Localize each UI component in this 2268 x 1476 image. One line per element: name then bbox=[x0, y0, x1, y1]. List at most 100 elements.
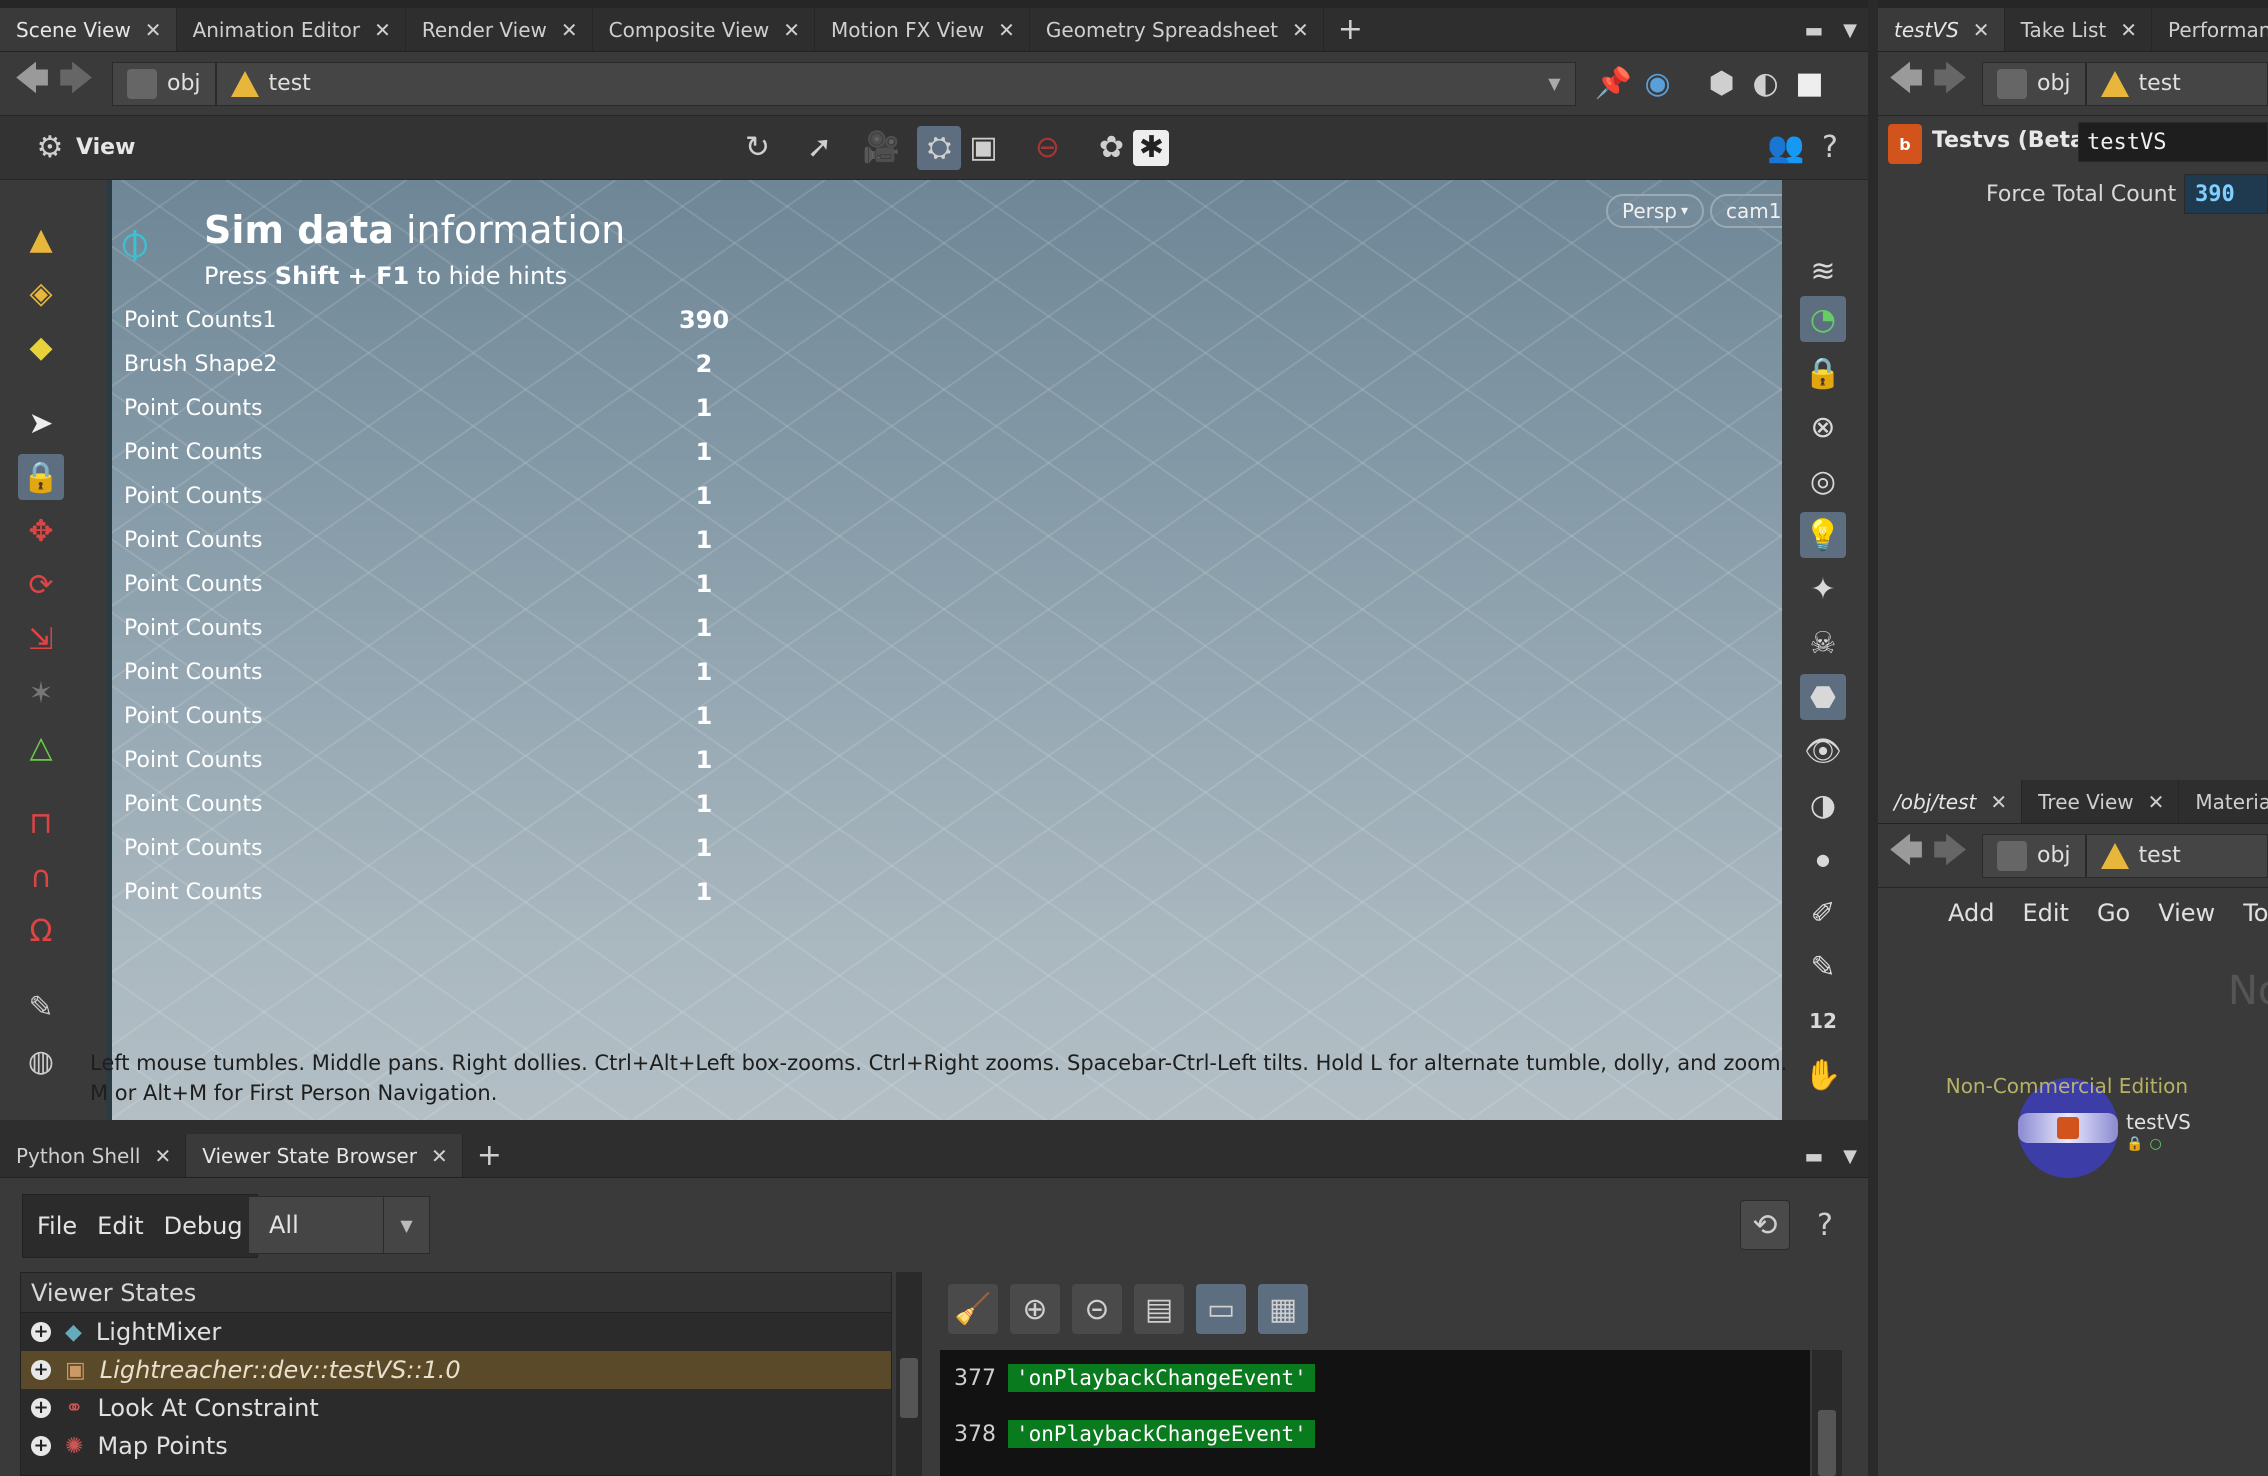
scene-viewport[interactable]: ⌽ Sim data information Press Shift + F1 … bbox=[106, 180, 1782, 1120]
menu-debug[interactable]: Debug bbox=[156, 1212, 251, 1240]
menu-edit[interactable]: Edit bbox=[2022, 899, 2068, 927]
filter-dropdown[interactable]: All ▼ bbox=[248, 1196, 430, 1254]
inspect-icon[interactable]: ▤ bbox=[1134, 1284, 1184, 1334]
transform-icon[interactable]: ✥ bbox=[18, 508, 64, 554]
shading-icon[interactable]: ◐ bbox=[1744, 62, 1788, 106]
refresh-icon[interactable]: ⟲ bbox=[1740, 1200, 1790, 1250]
pose-icon[interactable]: ✶ bbox=[18, 670, 64, 716]
tab-scene-view[interactable]: Scene View ✕ bbox=[0, 8, 177, 51]
list-scrollbar[interactable] bbox=[896, 1272, 922, 1476]
pin-icon[interactable]: 📌 bbox=[1592, 62, 1636, 106]
chevron-down-icon[interactable]: ▼ bbox=[1548, 74, 1560, 93]
number-icon[interactable]: 12 bbox=[1800, 998, 1846, 1044]
add-circle-icon[interactable]: ⊕ bbox=[1010, 1284, 1060, 1334]
add-tab-button[interactable]: + bbox=[463, 1134, 516, 1177]
console-scrollbar[interactable] bbox=[1812, 1350, 1842, 1476]
close-icon[interactable]: ✕ bbox=[1292, 18, 1309, 42]
close-icon[interactable]: ✕ bbox=[431, 1144, 448, 1168]
brush-icon[interactable]: ✐ bbox=[1800, 890, 1846, 936]
node-name-field[interactable]: testVS bbox=[2078, 122, 2268, 162]
menu-add[interactable]: Add bbox=[1948, 899, 1994, 927]
close-icon[interactable]: ✕ bbox=[145, 18, 162, 42]
back-arrow-icon[interactable]: 🡄 bbox=[1884, 55, 1928, 112]
menu-file[interactable]: File bbox=[29, 1212, 85, 1240]
help-icon[interactable]: ? bbox=[1808, 126, 1852, 170]
select-arrow-icon[interactable]: ➤ bbox=[18, 400, 64, 446]
close-icon[interactable]: ✕ bbox=[374, 18, 391, 42]
close-icon[interactable]: ✕ bbox=[2148, 790, 2165, 814]
expand-icon[interactable]: + bbox=[31, 1398, 51, 1418]
persp-dropdown[interactable]: Persp ▾ bbox=[1606, 194, 1705, 228]
close-icon[interactable]: ✕ bbox=[154, 1144, 171, 1168]
disc-icon[interactable]: ◍ bbox=[18, 1038, 64, 1084]
tab-tree-view[interactable]: Tree View ✕ bbox=[2022, 780, 2180, 823]
object-mode-icon[interactable]: ▲ bbox=[18, 216, 64, 262]
snapshot-icon[interactable]: ▣ bbox=[961, 126, 1005, 170]
chevron-down-icon[interactable]: ▼ bbox=[1832, 8, 1868, 52]
expand-icon[interactable]: + bbox=[31, 1322, 51, 1342]
view-icon[interactable]: ⚙ bbox=[28, 126, 72, 170]
tab-render-view[interactable]: Render View ✕ bbox=[406, 8, 593, 51]
scroll-thumb[interactable] bbox=[900, 1358, 918, 1418]
cube-icon[interactable]: ⬢ bbox=[1700, 62, 1744, 106]
force-total-count-field[interactable]: 390 bbox=[2184, 174, 2268, 214]
log-icon[interactable]: ▦ bbox=[1258, 1284, 1308, 1334]
breadcrumb-test[interactable]: test ▼ bbox=[215, 61, 1576, 106]
menu-edit[interactable]: Edit bbox=[89, 1212, 151, 1240]
breadcrumb-obj[interactable]: obj bbox=[1982, 833, 2086, 878]
tab-obj-test[interactable]: /obj/test ✕ bbox=[1878, 780, 2023, 823]
network-editor[interactable]: Add Edit Go View To No testVS 🔒○ bbox=[1878, 888, 2268, 1476]
tab-testvs[interactable]: testVS ✕ bbox=[1878, 8, 2005, 51]
monitor-icon[interactable]: ▭ bbox=[1196, 1284, 1246, 1334]
camera-icon[interactable]: 🎥 bbox=[859, 126, 903, 170]
tab-composite-view[interactable]: Composite View ✕ bbox=[593, 8, 815, 51]
scroll-thumb[interactable] bbox=[1818, 1410, 1836, 1476]
list-item[interactable]: + ▣ Lightreacher::dev::testVS::1.0 bbox=[21, 1351, 891, 1389]
tab-geometry-spreadsheet[interactable]: Geometry Spreadsheet ✕ bbox=[1030, 8, 1324, 51]
pen-icon[interactable]: ✎ bbox=[1800, 944, 1846, 990]
menu-view[interactable]: View bbox=[2158, 899, 2215, 927]
notes-icon[interactable]: ✎ bbox=[18, 984, 64, 1030]
eye-icon[interactable]: 👁 bbox=[1800, 728, 1846, 774]
breadcrumb-test[interactable]: test bbox=[2085, 61, 2268, 106]
forward-arrow-icon[interactable]: 🡆 bbox=[1928, 55, 1972, 112]
tumble-icon[interactable]: ↻ bbox=[735, 126, 779, 170]
maximize-icon[interactable]: ▬ bbox=[1796, 1134, 1832, 1178]
close-icon[interactable]: ✕ bbox=[561, 18, 578, 42]
geo-display-icon[interactable]: ◔ bbox=[1800, 296, 1846, 342]
close-icon[interactable]: ✕ bbox=[2120, 18, 2137, 42]
maximize-icon[interactable]: ▬ bbox=[1796, 8, 1832, 52]
tab-material[interactable]: Materia bbox=[2179, 780, 2268, 823]
magnet-grid-icon[interactable]: ⊓ bbox=[18, 800, 64, 846]
tab-take-list[interactable]: Take List ✕ bbox=[2005, 8, 2152, 51]
rotate-icon[interactable]: ⟳ bbox=[18, 562, 64, 608]
pane-splitter[interactable] bbox=[0, 1120, 1868, 1134]
list-item[interactable]: + ✺ Map Points bbox=[21, 1427, 891, 1465]
tab-performance[interactable]: Performan bbox=[2152, 8, 2268, 51]
tab-viewer-state-browser[interactable]: Viewer State Browser ✕ bbox=[186, 1134, 463, 1177]
visibility-icon[interactable]: ◑ bbox=[1800, 782, 1846, 828]
edge-mode-icon[interactable]: ◈ bbox=[18, 270, 64, 316]
list-item[interactable]: + ⚭ Look At Constraint bbox=[21, 1389, 891, 1427]
breadcrumb-test[interactable]: test bbox=[2085, 833, 2268, 878]
expand-icon[interactable]: + bbox=[31, 1436, 51, 1456]
ghost-objects-icon[interactable]: ⛭ bbox=[917, 125, 962, 170]
sphere-icon[interactable]: ◎ bbox=[1800, 458, 1846, 504]
skull-icon[interactable]: ☠ bbox=[1800, 620, 1846, 666]
select-pointer-icon[interactable]: ➚ bbox=[797, 126, 841, 170]
menu-go[interactable]: Go bbox=[2097, 899, 2130, 927]
vertical-splitter[interactable] bbox=[1868, 0, 1878, 1476]
add-tab-button[interactable]: + bbox=[1324, 8, 1377, 51]
forward-arrow-icon[interactable]: 🡆 bbox=[54, 55, 98, 112]
list-item[interactable]: + ◆ LightMixer bbox=[21, 1313, 891, 1351]
chevron-down-icon[interactable]: ▼ bbox=[1832, 1134, 1868, 1178]
forward-arrow-icon[interactable]: 🡆 bbox=[1928, 827, 1972, 884]
magnet-icon[interactable]: ∩ bbox=[18, 854, 64, 900]
eye-toggle-icon[interactable]: ⊝ bbox=[1072, 1284, 1122, 1334]
light-icon[interactable]: ✦ bbox=[1800, 566, 1846, 612]
tab-motion-fx-view[interactable]: Motion FX View ✕ bbox=[815, 8, 1030, 51]
expand-icon[interactable]: + bbox=[31, 1360, 51, 1380]
lock-icon[interactable]: 🔒 bbox=[1800, 350, 1846, 396]
light-bulb-icon[interactable]: 💡 bbox=[1800, 512, 1846, 558]
layers-icon[interactable]: ≋ bbox=[1800, 254, 1846, 289]
